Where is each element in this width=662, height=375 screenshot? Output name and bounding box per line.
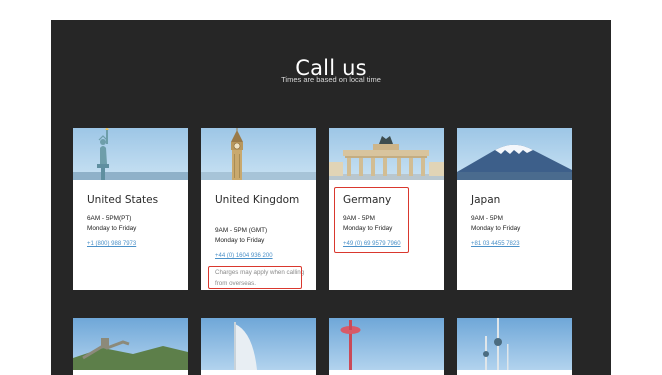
country-card-saudi-arabia [329,318,444,375]
statue-of-liberty-image [73,128,188,180]
big-ben-image [201,128,316,180]
country-card-united-states: United States 6AM - 5PM(PT) Monday to Fr… [73,128,188,290]
country-card-uae [201,318,316,375]
overseas-charges-note: Charges may apply when calling from over… [215,269,305,287]
country-card-japan: Japan 9AM - 5PM Monday to Friday +81 03 … [457,128,572,290]
brandenburg-gate-image [329,128,444,180]
country-card-germany: Germany 9AM - 5PM Monday to Friday +49 (… [329,128,444,290]
burj-al-arab-image [201,318,316,370]
country-card-kuwait [457,318,572,375]
water-tower-image [329,318,444,370]
country-name: United States [87,194,159,206]
great-wall-image [73,318,188,370]
call-us-section: Call us Times are based on local time Un… [51,20,611,375]
phone-link[interactable]: +49 (0) 69 9579 7960 [343,241,401,247]
office-hours: 9AM - 5PM [471,215,503,222]
mount-fuji-image [457,128,572,180]
office-days: Monday to Friday [215,237,265,244]
country-name: United Kingdom [215,194,300,206]
office-days: Monday to Friday [87,225,137,232]
phone-link[interactable]: +81 03 4455 7823 [471,241,520,247]
kuwait-towers-image [457,318,572,370]
office-hours: 6AM - 5PM(PT) [87,215,132,222]
country-card-china [73,318,188,375]
phone-link[interactable]: +1 (800) 988 7973 [87,241,136,247]
country-name: Germany [343,194,392,206]
office-hours: 9AM - 5PM [343,215,375,222]
page-subtitle: Times are based on local time [281,75,381,84]
office-days: Monday to Friday [471,225,521,232]
country-name: Japan [471,194,501,206]
office-days: Monday to Friday [343,225,393,232]
office-hours: 9AM - 5PM (GMT) [215,227,268,234]
country-card-united-kingdom: United Kingdom 9AM - 5PM (GMT) Monday to… [201,128,316,290]
phone-link[interactable]: +44 (0) 1604 936 200 [215,253,273,259]
